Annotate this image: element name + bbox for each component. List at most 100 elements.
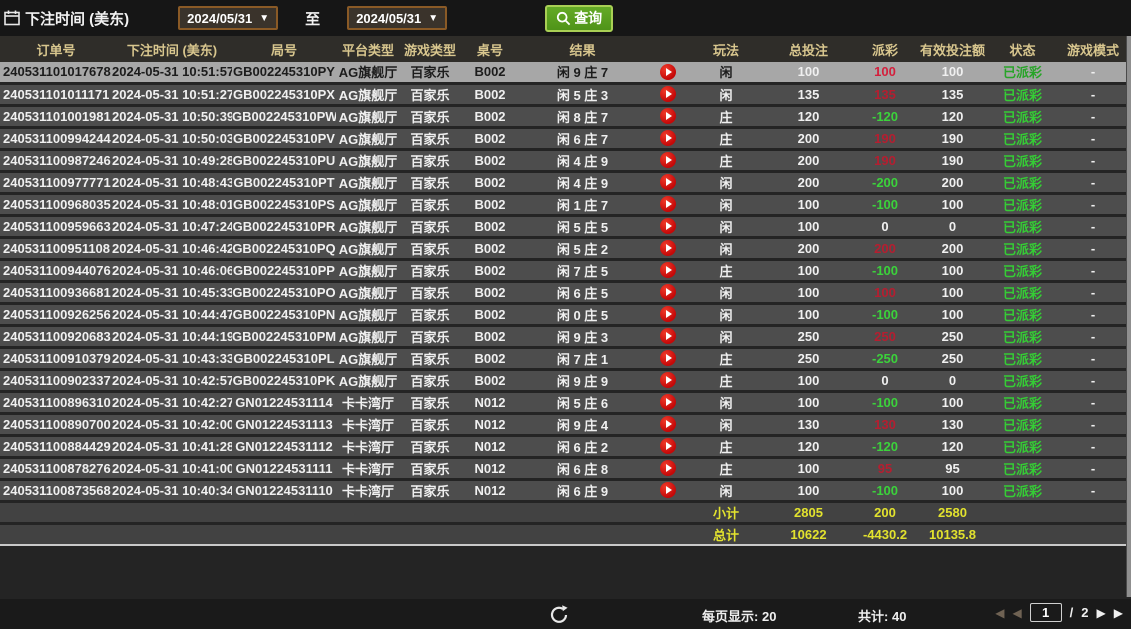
per-page-display: 每页显示: 20 (702, 606, 776, 625)
play-video-icon[interactable] (660, 328, 676, 344)
cell-status: 已派彩 (990, 127, 1055, 149)
play-video-icon[interactable] (660, 438, 676, 454)
cell-valid-bet: 95 (915, 457, 990, 479)
play-video-icon[interactable] (660, 174, 676, 190)
play-video-icon[interactable] (660, 350, 676, 366)
table-row[interactable]: 2405311009440762024-05-31 10:46:06GB0022… (0, 259, 1131, 281)
play-video-icon[interactable] (660, 86, 676, 102)
play-video-icon[interactable] (660, 196, 676, 212)
play-video-icon[interactable] (660, 64, 676, 80)
page-input[interactable] (1030, 603, 1062, 622)
table-row[interactable]: 2405311010111712024-05-31 10:51:27GB0022… (0, 83, 1131, 105)
table-row[interactable]: 2405311008782762024-05-31 10:41:00GN0122… (0, 457, 1131, 479)
cell-table-number: N012 (460, 413, 520, 435)
play-video-icon[interactable] (660, 240, 676, 256)
cell-order: 240531100926256 (0, 303, 112, 325)
play-video-icon[interactable] (660, 108, 676, 124)
cell-order: 240531100987246 (0, 149, 112, 171)
play-video-icon[interactable] (660, 152, 676, 168)
cell-table-number: N012 (460, 435, 520, 457)
cell-game-mode: - (1055, 281, 1131, 303)
cell-order: 240531100944076 (0, 259, 112, 281)
table-row[interactable]: 2405311009777712024-05-31 10:48:43GB0022… (0, 171, 1131, 193)
play-video-icon[interactable] (660, 394, 676, 410)
cell-order: 240531100873568 (0, 479, 112, 501)
table-row[interactable]: 2405311009872462024-05-31 10:49:28GB0022… (0, 149, 1131, 171)
play-video-icon[interactable] (660, 482, 676, 498)
table-row[interactable]: 2405311008907002024-05-31 10:42:00GN0122… (0, 413, 1131, 435)
table-row[interactable]: 2405311009942442024-05-31 10:50:03GB0022… (0, 127, 1131, 149)
play-video-icon[interactable] (660, 416, 676, 432)
cell-table-number: B002 (460, 347, 520, 369)
table-row[interactable]: 2405311010019812024-05-31 10:50:39GB0022… (0, 105, 1131, 127)
bet-time-label: 下注时间 (美东) (25, 8, 129, 29)
cell-total-bet: 100 (762, 369, 855, 391)
cell-game-mode: - (1055, 325, 1131, 347)
cell-valid-bet: 100 (915, 259, 990, 281)
cell-total-bet: 135 (762, 83, 855, 105)
cell-play-type: 闲 (690, 171, 762, 193)
play-video-icon[interactable] (660, 284, 676, 300)
table-row[interactable]: 2405311008963102024-05-31 10:42:27GN0122… (0, 391, 1131, 413)
cell-platform-type: 卡卡湾厅 (336, 391, 400, 413)
table-row[interactable]: 2405311009366812024-05-31 10:45:33GB0022… (0, 281, 1131, 303)
column-header: 平台类型 (336, 36, 400, 62)
prev-page-icon[interactable]: ◀ (1012, 606, 1021, 620)
column-header: 玩法 (690, 36, 762, 62)
filter-bar: 下注时间 (美东) 2024/05/31 ▼ 至 2024/05/31 ▼ 查询 (0, 0, 1131, 36)
grand-total-row: 总计10622-4430.210135.8 (0, 523, 1131, 545)
cell-game-type: 百家乐 (400, 391, 460, 413)
cell-game-number: GB002245310PR (232, 215, 336, 237)
table-row[interactable]: 2405311009596632024-05-31 10:47:24GB0022… (0, 215, 1131, 237)
cell-table-number: B002 (460, 193, 520, 215)
play-video-icon[interactable] (660, 460, 676, 476)
refresh-icon[interactable] (548, 603, 570, 625)
cell-bet-time: 2024-05-31 10:50:39 (112, 105, 232, 127)
play-video-icon[interactable] (660, 372, 676, 388)
cell-platform-type: AG旗舰厅 (336, 303, 400, 325)
start-date-select[interactable]: 2024/05/31 ▼ (178, 6, 278, 30)
cell-game-number: GB002245310PW (232, 105, 336, 127)
play-video-icon[interactable] (660, 218, 676, 234)
table-row[interactable]: 2405311009206832024-05-31 10:44:19GB0022… (0, 325, 1131, 347)
table-row[interactable]: 2405311009511082024-05-31 10:46:42GB0022… (0, 237, 1131, 259)
cell-total-bet: 200 (762, 171, 855, 193)
vertical-scrollbar[interactable] (1126, 36, 1131, 597)
table-row[interactable]: 2405311008844292024-05-31 10:41:28GN0122… (0, 435, 1131, 457)
cell-valid-bet: 190 (915, 127, 990, 149)
cell-game-type: 百家乐 (400, 83, 460, 105)
cell-game-mode: - (1055, 347, 1131, 369)
table-row[interactable]: 2405311008735682024-05-31 10:40:34GN0122… (0, 479, 1131, 501)
play-video-icon[interactable] (660, 306, 676, 322)
cell-payout: 130 (855, 413, 915, 435)
last-page-icon[interactable]: ▶ (1114, 606, 1123, 620)
first-page-icon[interactable]: ◀ (995, 606, 1004, 620)
cell-game-mode: - (1055, 457, 1131, 479)
cell-game-number: GN01224531112 (232, 435, 336, 457)
query-button[interactable]: 查询 (545, 5, 613, 32)
cell-result: 闲 9 庄 7 (520, 62, 645, 83)
cell-play-type: 庄 (690, 149, 762, 171)
cell-payout: 190 (855, 127, 915, 149)
cell-order: 240531100936681 (0, 281, 112, 303)
play-video-icon[interactable] (660, 130, 676, 146)
table-row[interactable]: 2405311009680352024-05-31 10:48:01GB0022… (0, 193, 1131, 215)
table-row[interactable]: 2405311010176782024-05-31 10:51:57GB0022… (0, 62, 1131, 83)
play-video-icon[interactable] (660, 262, 676, 278)
cell-payout: 135 (855, 83, 915, 105)
cell-game-number: GB002245310PM (232, 325, 336, 347)
table-row[interactable]: 2405311009023372024-05-31 10:42:57GB0022… (0, 369, 1131, 391)
cell-total-bet: 120 (762, 435, 855, 457)
table-row[interactable]: 2405311009103792024-05-31 10:43:33GB0022… (0, 347, 1131, 369)
cell-bet-time: 2024-05-31 10:45:33 (112, 281, 232, 303)
chevron-down-icon: ▼ (259, 13, 269, 24)
cell-valid-bet: 250 (915, 325, 990, 347)
per-page-value: 20 (762, 609, 776, 624)
next-page-icon[interactable]: ▶ (1097, 606, 1106, 620)
cell-order: 240531100890700 (0, 413, 112, 435)
subtotal-row: 小计28052002580 (0, 501, 1131, 523)
cell-table-number: N012 (460, 457, 520, 479)
cell-total-bet: 100 (762, 391, 855, 413)
table-row[interactable]: 2405311009262562024-05-31 10:44:47GB0022… (0, 303, 1131, 325)
end-date-select[interactable]: 2024/05/31 ▼ (347, 6, 447, 30)
